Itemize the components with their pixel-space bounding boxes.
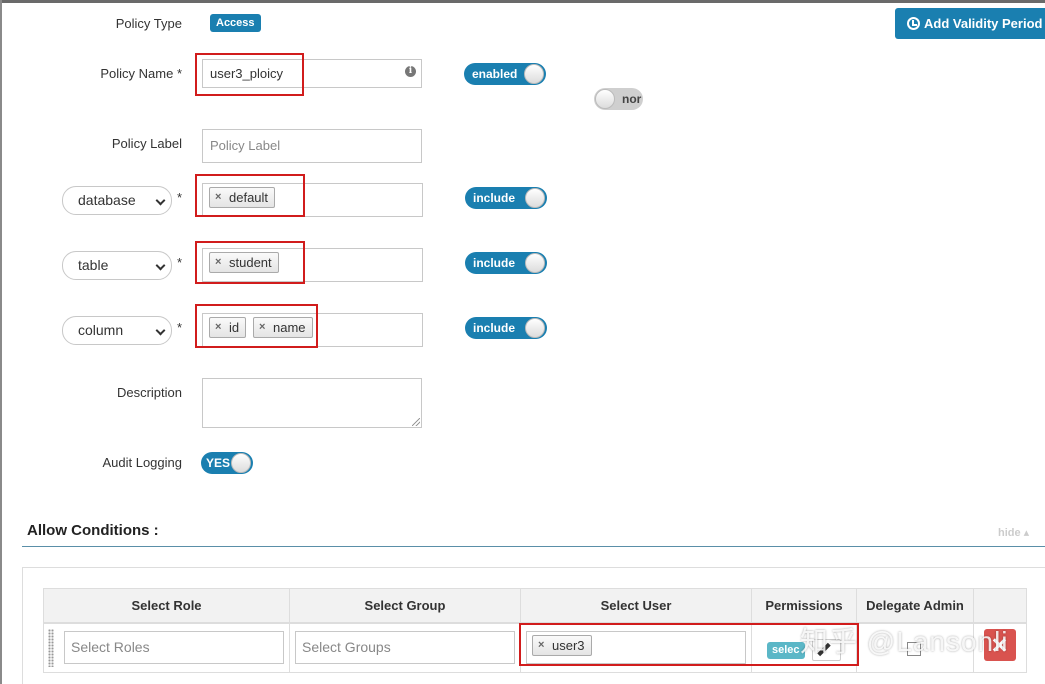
policy-type-label: Policy Type xyxy=(115,16,182,31)
required-mark: * xyxy=(177,190,183,205)
drag-handle-icon[interactable] xyxy=(48,629,54,667)
required-mark: * xyxy=(177,255,183,270)
policy-type-badge: Access xyxy=(210,14,261,32)
info-icon: i xyxy=(405,66,416,77)
clock-icon xyxy=(907,17,920,30)
column-header-group: Select Group xyxy=(289,588,521,623)
column-header-delegate-admin: Delegate Admin xyxy=(856,588,974,623)
remove-tag-icon[interactable]: × xyxy=(215,253,221,272)
select-roles-input[interactable]: Select Roles xyxy=(64,631,284,664)
tag-label: id xyxy=(229,320,240,335)
resize-grip-icon[interactable] xyxy=(412,418,420,426)
section-divider xyxy=(22,546,1045,547)
toggle-knob xyxy=(231,453,251,473)
column-header-permissions: Permissions xyxy=(751,588,857,623)
audit-logging-label: Audit Logging xyxy=(102,455,182,470)
include-label: include xyxy=(473,191,516,205)
resource-type-select-table[interactable]: table xyxy=(62,251,172,280)
include-toggle-column[interactable]: include xyxy=(465,317,547,339)
resource-type-value: database xyxy=(78,192,136,208)
override-toggle-label: nor xyxy=(622,92,642,106)
audit-logging-value: YES xyxy=(206,456,231,470)
chevron-down-icon xyxy=(155,195,166,206)
add-validity-label: Add Validity Period xyxy=(924,16,1043,31)
required-mark: * xyxy=(177,320,183,335)
value-tag-default[interactable]: × default xyxy=(209,187,276,208)
watermark: 知乎 @Lansonli xyxy=(800,626,1009,657)
policy-name-label: Policy Name * xyxy=(100,66,182,81)
policy-name-input[interactable]: user3_ploicy xyxy=(202,59,422,88)
value-tag-student[interactable]: × student xyxy=(209,252,279,273)
resource-type-value: table xyxy=(78,257,109,273)
toggle-knob xyxy=(525,318,545,338)
description-label: Description xyxy=(116,385,182,400)
top-border xyxy=(0,0,1045,3)
include-label: include xyxy=(473,256,516,270)
hide-label: hide xyxy=(998,527,1021,539)
tag-label: user3 xyxy=(552,638,585,653)
add-validity-period-button[interactable]: Add Validity Period xyxy=(895,8,1045,39)
resource-type-select-column[interactable]: column xyxy=(62,316,172,345)
toggle-knob xyxy=(525,253,545,273)
tag-label: default xyxy=(229,190,269,205)
column-header-actions xyxy=(973,588,1027,623)
policy-label-label: Policy Label xyxy=(111,136,182,151)
include-toggle-database[interactable]: include xyxy=(465,187,547,209)
tag-label: name xyxy=(273,320,306,335)
column-header-role: Select Role xyxy=(43,588,290,623)
include-toggle-table[interactable]: include xyxy=(465,252,547,274)
description-textarea[interactable] xyxy=(202,378,422,428)
resource-type-value: column xyxy=(78,322,124,338)
override-toggle[interactable]: nor xyxy=(594,88,643,110)
enabled-toggle[interactable]: enabled xyxy=(464,63,546,85)
chevron-down-icon xyxy=(155,325,166,336)
allow-conditions-title: Allow Conditions : xyxy=(27,522,159,539)
value-tag-user3[interactable]: × user3 xyxy=(532,635,592,656)
remove-tag-icon[interactable]: × xyxy=(215,188,221,207)
left-border xyxy=(0,0,2,684)
value-tag-id[interactable]: × id xyxy=(209,317,247,338)
value-tag-name[interactable]: × name xyxy=(253,317,313,338)
enabled-toggle-label: enabled xyxy=(472,67,518,81)
toggle-knob xyxy=(525,188,545,208)
column-header-user: Select User xyxy=(520,588,752,623)
remove-tag-icon[interactable]: × xyxy=(538,636,544,655)
policy-label-input[interactable]: Policy Label xyxy=(202,129,422,163)
chevron-down-icon xyxy=(155,260,166,271)
audit-logging-toggle[interactable]: YES xyxy=(201,452,253,474)
tag-label: student xyxy=(229,255,272,270)
remove-tag-icon[interactable]: × xyxy=(259,318,265,337)
remove-tag-icon[interactable]: × xyxy=(215,318,221,337)
resource-type-select-database[interactable]: database xyxy=(62,186,172,215)
permissions-badge: selec xyxy=(767,642,805,659)
select-groups-input[interactable]: Select Groups xyxy=(295,631,515,664)
toggle-knob xyxy=(524,64,544,84)
toggle-knob xyxy=(595,89,615,109)
include-label: include xyxy=(473,321,516,335)
hide-link[interactable]: hide ▴ xyxy=(998,526,1029,539)
